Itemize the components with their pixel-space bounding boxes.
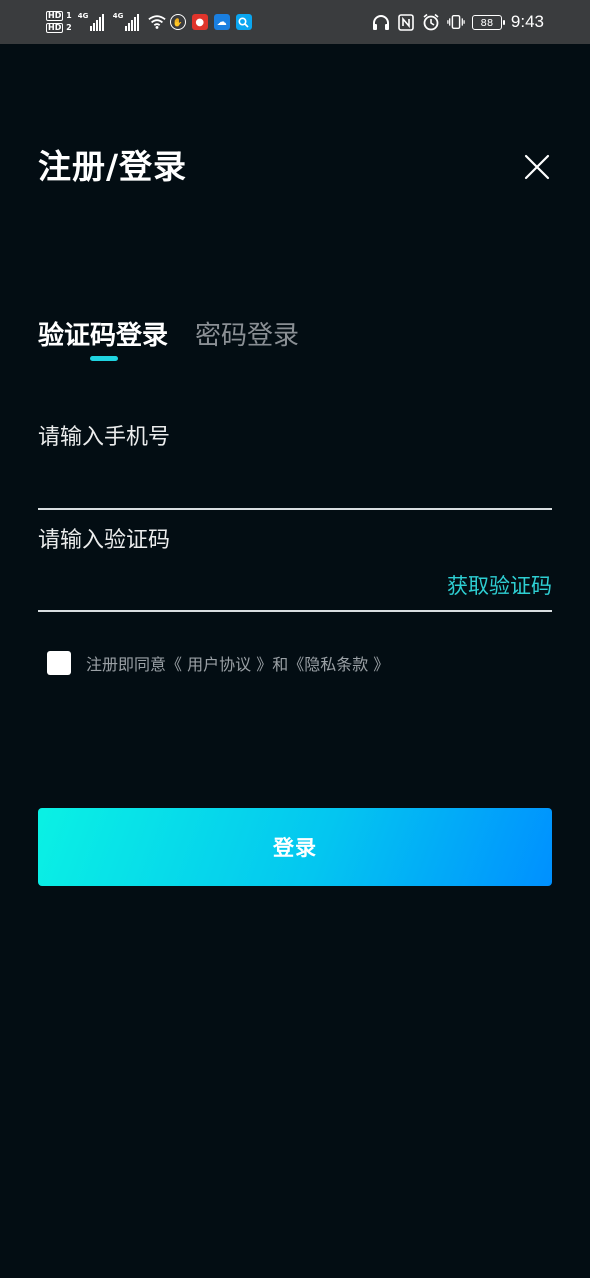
wifi-icon <box>148 13 166 31</box>
user-agreement-link[interactable]: 《 用户协议 》 <box>166 655 272 674</box>
headphones-icon <box>372 13 390 31</box>
agreement-checkbox[interactable] <box>47 651 71 675</box>
app-red-icon: ● <box>191 14 208 30</box>
sim2-indicator: HD 2 <box>46 23 72 33</box>
status-bar-left: HD 1 HD 2 4G 4G ✋ ● ☁ <box>46 5 258 39</box>
agreement-text: 注册即同意《 用户协议 》和《隐私条款 》 <box>86 651 389 675</box>
app-search-icon <box>235 14 252 30</box>
code-field-container: 获取验证码 <box>38 524 552 616</box>
login-button[interactable]: 登录 <box>38 808 552 886</box>
app-blue-icon: ☁ <box>213 14 230 30</box>
sim-indicators: HD 1 HD 2 <box>46 11 72 33</box>
close-icon <box>524 154 550 180</box>
alarm-icon <box>422 13 440 31</box>
status-time: 9:43 <box>510 12 544 31</box>
tab-active-indicator <box>90 356 118 361</box>
close-button[interactable] <box>520 150 554 184</box>
privacy-policy-link[interactable]: 《隐私条款 》 <box>288 655 389 674</box>
tab-password-login[interactable]: 密码登录 <box>195 318 299 354</box>
status-bar: HD 1 HD 2 4G 4G ✋ ● ☁ 88 9:43 <box>0 0 590 44</box>
agreement-prefix: 注册即同意 <box>86 655 167 674</box>
phone-field-container <box>38 421 552 513</box>
phone-input[interactable] <box>38 421 418 453</box>
app-hand-icon: ✋ <box>169 14 186 30</box>
status-bar-right: 88 9:43 <box>372 5 544 39</box>
code-underline <box>38 610 552 612</box>
battery-indicator: 88 <box>471 14 505 30</box>
signal-icon-2: 4G <box>113 12 140 31</box>
agreement-conjunction: 和 <box>272 655 289 674</box>
tab-code-login[interactable]: 验证码登录 <box>38 318 168 354</box>
agreement-row: 注册即同意《 用户协议 》和《隐私条款 》 <box>47 650 389 676</box>
signal-icon: 4G <box>78 12 105 31</box>
verification-code-input[interactable] <box>38 524 418 556</box>
nfc-icon <box>397 13 415 31</box>
page-title: 注册/登录 <box>38 147 188 186</box>
phone-underline <box>38 508 552 510</box>
sim1-indicator: HD 1 <box>46 11 72 21</box>
get-code-button[interactable]: 获取验证码 <box>447 570 552 600</box>
vibrate-icon <box>447 13 465 31</box>
